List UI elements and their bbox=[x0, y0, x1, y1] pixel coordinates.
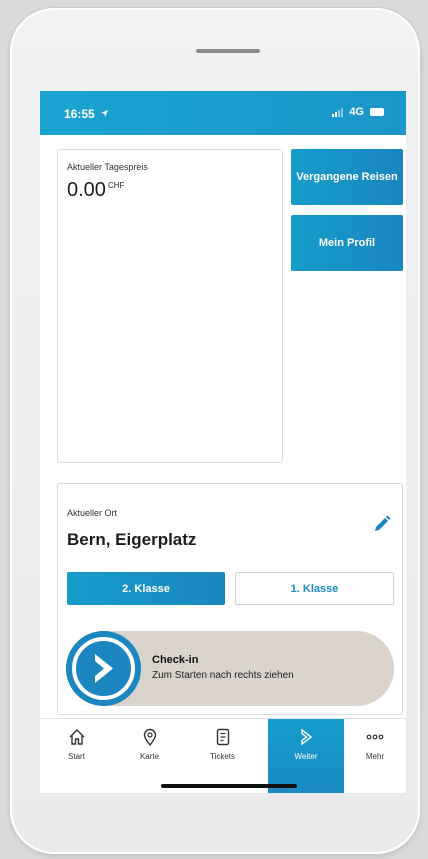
tab-weiter-label: Weiter bbox=[294, 752, 318, 761]
phone-frame: 16:55 4G Aktueller Tagespreis 0.00 CHF Ve… bbox=[10, 8, 420, 854]
current-location-name: Bern, Eigerplatz bbox=[67, 530, 197, 549]
daily-price-value: 0.00 CHF bbox=[67, 179, 124, 202]
app-screen: 16:55 4G Aktueller Tagespreis 0.00 CHF Ve… bbox=[40, 91, 406, 793]
network-label: 4G bbox=[349, 106, 364, 118]
time-text: 16:55 bbox=[64, 107, 95, 121]
tab-mehr-label: Mehr bbox=[365, 752, 385, 761]
first-class-button[interactable]: 1. Klasse bbox=[235, 572, 394, 605]
my-profile-button[interactable]: Mein Profil bbox=[291, 215, 403, 271]
tab-tickets-label: Tickets bbox=[209, 752, 236, 761]
price-amount: 0.00 bbox=[67, 179, 106, 201]
ticket-icon bbox=[216, 728, 229, 746]
status-time: 16:55 bbox=[64, 107, 109, 121]
checkin-slider-handle[interactable] bbox=[66, 631, 141, 706]
tab-tickets[interactable]: Tickets bbox=[186, 719, 259, 793]
past-trips-button[interactable]: Vergangene Reisen bbox=[291, 149, 403, 205]
price-currency: CHF bbox=[107, 181, 125, 190]
map-pin-icon bbox=[143, 728, 156, 747]
status-indicators: 4G bbox=[332, 106, 384, 118]
speaker-grille bbox=[196, 49, 260, 53]
current-location-card: Aktueller Ort Bern, Eigerplatz 2. Klasse… bbox=[57, 483, 403, 715]
daily-price-label: Aktueller Tagespreis bbox=[67, 162, 148, 172]
tab-weiter[interactable]: Weiter bbox=[268, 719, 344, 793]
checkin-title: Check-in bbox=[152, 654, 199, 666]
tab-start-label: Start bbox=[68, 752, 85, 761]
checkin-hint: Zum Starten nach rechts ziehen bbox=[152, 670, 294, 681]
current-location-label: Aktueller Ort bbox=[67, 508, 118, 518]
checkin-slider[interactable]: Check-in Zum Starten nach rechts ziehen bbox=[66, 631, 394, 706]
chevron-right-icon bbox=[95, 654, 113, 683]
signal-icon bbox=[332, 107, 344, 117]
home-indicator bbox=[161, 784, 297, 788]
location-arrow-icon bbox=[100, 109, 109, 118]
status-bar: 16:55 4G bbox=[40, 91, 406, 135]
tab-karte[interactable]: Karte bbox=[113, 719, 186, 793]
tab-start[interactable]: Start bbox=[40, 719, 113, 793]
more-icon bbox=[366, 734, 384, 740]
bottom-tab-bar: Start Karte Tickets Weiter Mehr bbox=[40, 718, 406, 793]
checkin-knob-ring bbox=[72, 637, 135, 700]
weiter-icon bbox=[301, 728, 313, 746]
tab-karte-label: Karte bbox=[139, 752, 160, 761]
daily-price-card: Aktueller Tagespreis 0.00 CHF bbox=[57, 149, 283, 463]
second-class-button[interactable]: 2. Klasse bbox=[67, 572, 225, 605]
tab-mehr[interactable]: Mehr bbox=[344, 719, 406, 793]
home-icon bbox=[69, 729, 84, 745]
battery-icon bbox=[370, 108, 384, 116]
edit-pencil-icon[interactable] bbox=[372, 514, 392, 534]
